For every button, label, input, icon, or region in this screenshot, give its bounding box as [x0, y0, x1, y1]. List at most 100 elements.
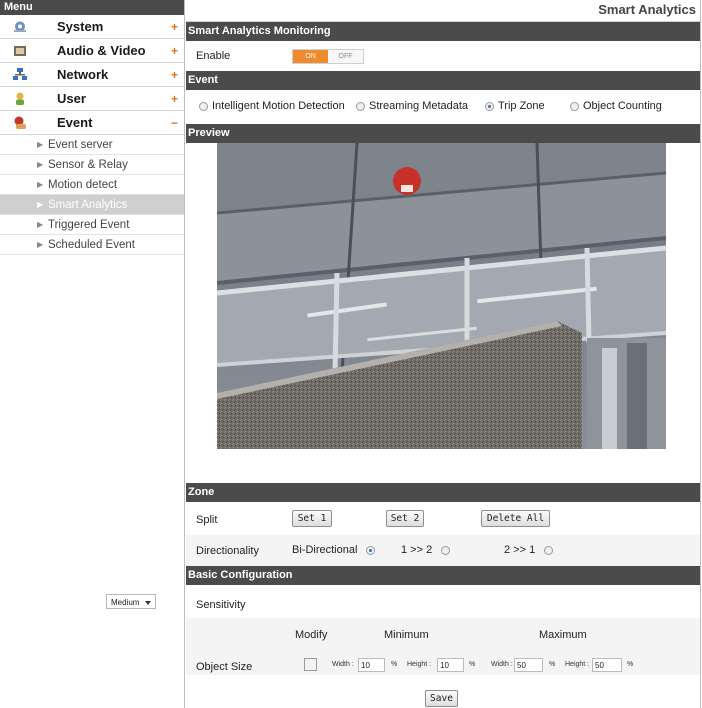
set1-button[interactable]: Set 1: [292, 510, 332, 527]
pct-label: %: [469, 661, 476, 668]
radio-icon[interactable]: [441, 545, 451, 555]
sidebar-item-sensor-relay[interactable]: ▶ Sensor & Relay: [0, 155, 184, 175]
menu-item-label: Event: [57, 115, 93, 130]
sidebar-item-triggered-event[interactable]: ▶ Triggered Event: [0, 215, 184, 235]
gear-icon: [14, 21, 26, 32]
expand-icon: +: [171, 19, 179, 34]
directionality-row: Directionality Bi-Directional 1 >> 2 2 >…: [186, 535, 700, 566]
radio-1-to-2[interactable]: 1 >> 2: [401, 544, 451, 556]
sidebar-item-label: Event server: [48, 139, 113, 151]
radio-label: Trip Zone: [498, 100, 545, 112]
sidebar-item-smart-analytics[interactable]: ▶ Smart Analytics: [0, 195, 184, 215]
section-header-zone: Zone: [186, 483, 700, 502]
min-height-input[interactable]: 10: [437, 658, 464, 672]
menu-item-audio-video[interactable]: Audio & Video +: [0, 39, 184, 63]
min-height-label: Height :: [407, 661, 432, 668]
sidebar-item-label: Sensor & Relay: [48, 159, 128, 171]
min-width-label: Width :: [332, 661, 354, 668]
toggle-on[interactable]: ON: [293, 50, 328, 63]
menu-item-label: Audio & Video: [57, 43, 146, 58]
radio-icon[interactable]: [356, 101, 365, 111]
sidebar-item-label: Triggered Event: [48, 219, 130, 231]
save-button[interactable]: Save: [425, 690, 458, 707]
max-width-input[interactable]: 50: [514, 658, 543, 672]
user-icon: [16, 92, 24, 105]
menu-item-event[interactable]: Event −: [0, 111, 184, 135]
enable-row: Enable ON OFF: [186, 41, 700, 71]
radio-icon[interactable]: [199, 101, 208, 111]
directionality-label: Directionality: [196, 545, 259, 557]
sensitivity-label: Sensitivity: [196, 599, 246, 611]
radio-2-to-1[interactable]: 2 >> 1: [504, 544, 554, 556]
menu-item-user[interactable]: User +: [0, 87, 184, 111]
page-title: Smart Analytics: [186, 0, 700, 22]
radio-icon[interactable]: [485, 101, 494, 111]
max-width-label: Width :: [491, 661, 513, 668]
radio-bidirectional[interactable]: Bi-Directional: [292, 544, 376, 556]
preview-area: [186, 143, 700, 483]
chevron-down-icon: [145, 601, 151, 605]
chevron-right-icon: ▶: [37, 240, 44, 249]
network-icon: [13, 68, 27, 80]
radio-label: Streaming Metadata: [369, 100, 469, 112]
menu-item-network[interactable]: Network +: [0, 63, 184, 87]
min-width-input[interactable]: 10: [358, 658, 385, 672]
col-modify: Modify: [295, 629, 328, 641]
object-size-label: Object Size: [196, 661, 253, 673]
radio-icon[interactable]: [544, 545, 554, 555]
radio-label: Intelligent Motion Detection: [212, 100, 345, 112]
event-type-row: Intelligent Motion Detection Streaming M…: [186, 90, 700, 124]
radio-icon[interactable]: [366, 545, 376, 555]
menu-item-label: System: [57, 19, 104, 34]
pct-label: %: [549, 661, 556, 668]
radio-label: 1 >> 2: [401, 544, 433, 556]
enable-label: Enable: [196, 50, 231, 62]
sidebar-item-label: Smart Analytics: [48, 199, 128, 211]
camera-icon: [14, 46, 26, 56]
chevron-right-icon: ▶: [37, 200, 44, 209]
sensitivity-select[interactable]: Medium: [106, 594, 156, 609]
chevron-right-icon: ▶: [37, 160, 44, 169]
max-height-label: Height :: [565, 661, 590, 668]
col-minimum: Minimum: [384, 629, 429, 641]
toggle-off[interactable]: OFF: [328, 50, 363, 63]
sidebar-item-event-server[interactable]: ▶ Event server: [0, 135, 184, 155]
radio-trip-zone[interactable]: Trip Zone: [485, 100, 545, 112]
radio-object-counting[interactable]: Object Counting: [570, 100, 662, 112]
sidebar-item-scheduled-event[interactable]: ▶ Scheduled Event: [0, 235, 184, 255]
section-header-monitoring: Smart Analytics Monitoring: [186, 22, 700, 41]
expand-icon: +: [171, 43, 179, 58]
radio-intelligent-motion[interactable]: Intelligent Motion Detection: [199, 100, 345, 112]
menu-item-label: Network: [57, 67, 109, 82]
expand-icon: +: [171, 67, 179, 82]
sidebar: Menu System + Audio & Video + Network + …: [0, 0, 185, 708]
section-header-basic-configuration: Basic Configuration: [186, 566, 700, 585]
sidebar-item-motion-detect[interactable]: ▶ Motion detect: [0, 175, 184, 195]
delete-all-button[interactable]: Delete All: [481, 510, 550, 527]
sidebar-item-label: Scheduled Event: [48, 239, 135, 251]
max-height-input[interactable]: 50: [592, 658, 622, 672]
radio-label: 2 >> 1: [504, 544, 536, 556]
menu-header: Menu: [0, 0, 184, 15]
section-header-preview: Preview: [186, 124, 700, 143]
camera-preview-image[interactable]: [217, 143, 666, 449]
section-header-event: Event: [186, 71, 700, 90]
radio-icon[interactable]: [570, 101, 579, 111]
pct-label: %: [391, 661, 398, 668]
collapse-icon: −: [171, 115, 179, 130]
set2-button[interactable]: Set 2: [386, 510, 424, 527]
split-row: Split Set 1 Set 2 Delete All: [186, 502, 700, 535]
col-maximum: Maximum: [539, 629, 587, 641]
modify-checkbox[interactable]: [304, 658, 317, 671]
pct-label: %: [627, 661, 634, 668]
radio-streaming-metadata[interactable]: Streaming Metadata: [356, 100, 468, 112]
enable-toggle[interactable]: ON OFF: [292, 49, 364, 64]
chevron-right-icon: ▶: [37, 220, 44, 229]
menu-item-label: User: [57, 91, 86, 106]
chevron-right-icon: ▶: [37, 180, 44, 189]
sidebar-item-label: Motion detect: [48, 179, 118, 191]
menu-item-system[interactable]: System +: [0, 15, 184, 39]
radio-label: Bi-Directional: [292, 544, 358, 556]
event-icon: [14, 116, 26, 129]
expand-icon: +: [171, 91, 179, 106]
